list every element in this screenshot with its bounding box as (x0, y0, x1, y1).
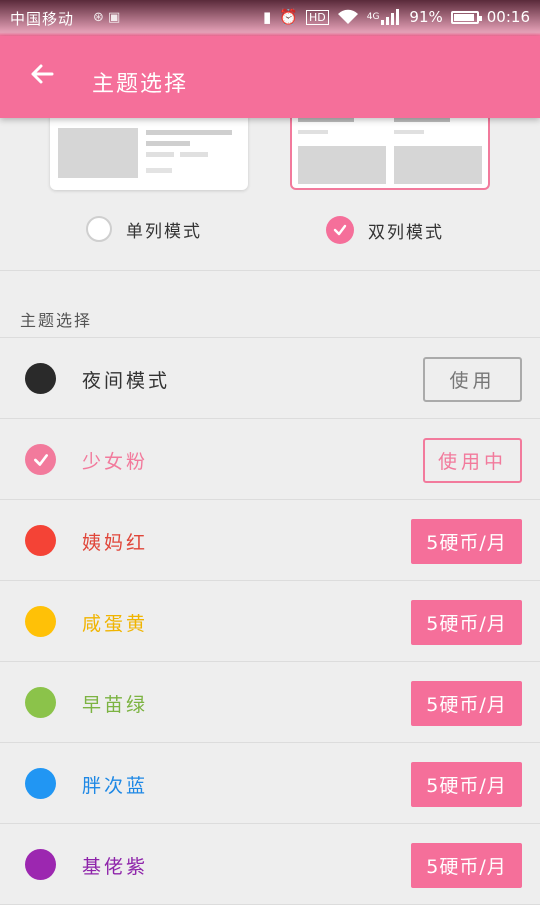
signal-icon (381, 9, 400, 25)
theme-row-blue[interactable]: 胖次蓝 5硬币/月 (0, 743, 540, 824)
color-dot-icon (25, 849, 56, 880)
theme-name: 基佬紫 (82, 856, 149, 878)
theme-row-night[interactable]: 夜间模式 使用 (0, 338, 540, 419)
theme-section-header: 主题选择 (0, 271, 540, 338)
carrier-name: 中国移动 (10, 10, 75, 28)
single-column-preview[interactable] (50, 112, 248, 190)
use-button[interactable]: 使用 (423, 357, 522, 402)
preview-line (146, 168, 172, 173)
single-column-option[interactable]: 单列模式 (86, 216, 202, 242)
purchase-button[interactable]: 5硬币/月 (411, 600, 522, 645)
single-column-label: 单列模式 (126, 221, 202, 242)
check-circle-icon (25, 444, 56, 475)
status-bar: 中国移动 ⊛ ▣ ▮ ⏰ HD 4G 91% 00:16 (0, 0, 540, 36)
app-bar: 主题选择 (0, 36, 540, 118)
purchase-button[interactable]: 5硬币/月 (411, 762, 522, 807)
theme-name: 夜间模式 (82, 370, 171, 392)
color-dot-icon (25, 363, 56, 394)
page-title: 主题选择 (92, 72, 189, 97)
preview-line (146, 130, 232, 135)
notification-icons: ⊛ ▣ (93, 10, 121, 25)
vibrate-icon: ▮ (263, 8, 272, 26)
hd-icon: HD (305, 9, 329, 25)
radio-checked-icon[interactable] (326, 216, 354, 244)
radio-unchecked-icon[interactable] (86, 216, 112, 242)
section-title: 主题选择 (20, 311, 93, 330)
in-use-button[interactable]: 使用中 (423, 438, 522, 483)
double-column-preview[interactable] (290, 112, 490, 190)
preview-image (394, 146, 482, 184)
preview-image (58, 128, 138, 178)
theme-name: 早苗绿 (82, 694, 149, 716)
preview-column (394, 118, 484, 134)
alarm-icon: ⏰ (279, 8, 298, 26)
color-dot-icon (25, 687, 56, 718)
status-right: ▮ ⏰ HD 4G 91% 00:16 (263, 8, 530, 26)
preview-line (180, 152, 208, 157)
preview-line (146, 152, 174, 157)
theme-row-purple[interactable]: 基佬紫 5硬币/月 (0, 824, 540, 905)
network-type: 4G (366, 12, 380, 22)
theme-row-yellow[interactable]: 咸蛋黄 5硬币/月 (0, 581, 540, 662)
color-dot-icon (25, 768, 56, 799)
purchase-button[interactable]: 5硬币/月 (411, 843, 522, 888)
wifi-icon (337, 9, 358, 24)
battery-icon (450, 10, 482, 24)
arrow-left-icon[interactable] (26, 58, 58, 90)
preview-line (146, 141, 190, 146)
theme-row-red[interactable]: 姨妈红 5硬币/月 (0, 500, 540, 581)
theme-name: 咸蛋黄 (82, 613, 149, 635)
preview-image (298, 146, 386, 184)
color-dot-icon (25, 606, 56, 637)
theme-row-pink[interactable]: 少女粉 使用中 (0, 419, 540, 500)
theme-row-green[interactable]: 早苗绿 5硬币/月 (0, 662, 540, 743)
purchase-button[interactable]: 5硬币/月 (411, 519, 522, 564)
battery-percent: 91% (409, 8, 443, 26)
theme-name: 少女粉 (82, 451, 149, 473)
preview-column (298, 118, 388, 134)
double-column-label: 双列模式 (368, 222, 444, 243)
theme-list: 夜间模式 使用 少女粉 使用中 姨妈红 5硬币/月 咸蛋黄 5硬币/月 早苗绿 … (0, 338, 540, 905)
color-dot-icon (25, 525, 56, 556)
double-column-option[interactable]: 双列模式 (326, 216, 444, 244)
theme-name: 胖次蓝 (82, 775, 149, 797)
purchase-button[interactable]: 5硬币/月 (411, 681, 522, 726)
theme-name: 姨妈红 (82, 532, 149, 554)
clock: 00:16 (486, 8, 530, 26)
layout-mode-section: 单列模式 双列模式 (0, 112, 540, 271)
